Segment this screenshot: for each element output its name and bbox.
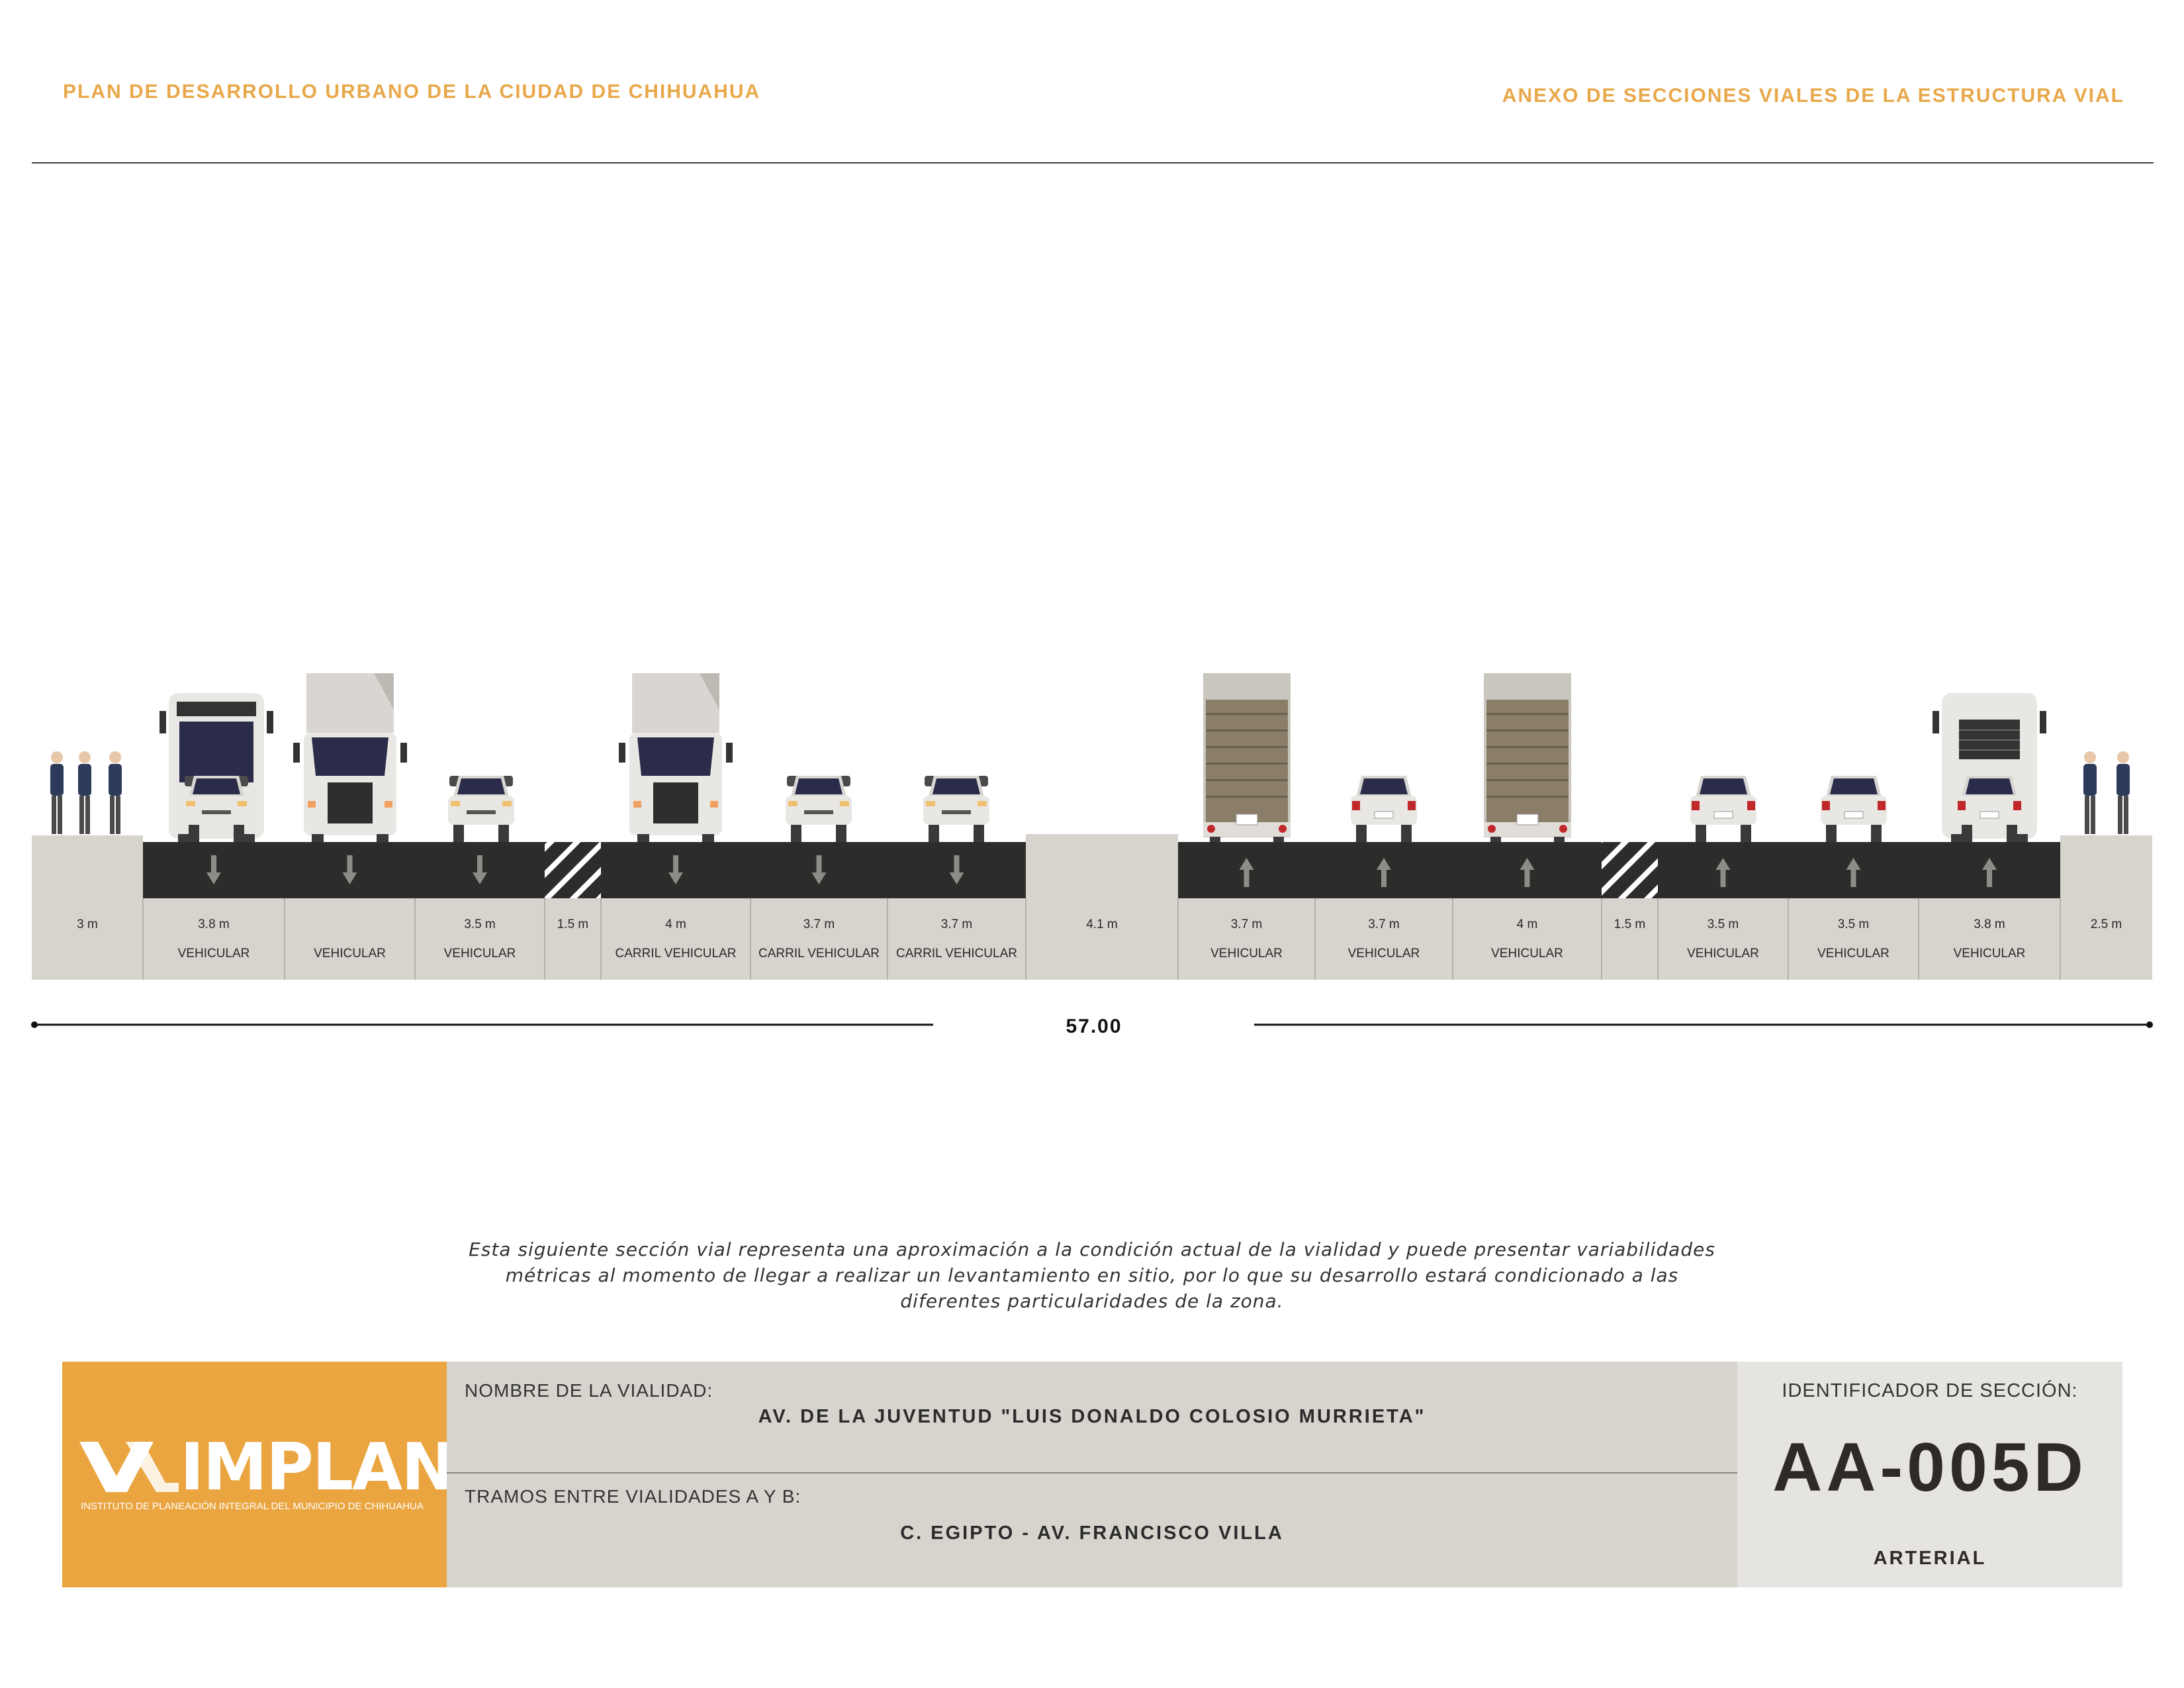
segment-width: 1.5 m: [557, 917, 589, 931]
stretch-value: C. EGIPTO - AV. FRANCISCO VILLA: [900, 1523, 1284, 1544]
segment-label: CARRIL VEHICULAR: [896, 947, 1017, 961]
label-strip: [1788, 898, 1919, 980]
segment-17: 2.5 m: [2060, 835, 2152, 980]
label-strip: [1315, 898, 1453, 980]
label-strip: [143, 898, 285, 980]
segment-6: 4 m CARRIL VEHICULAR: [600, 842, 751, 980]
segment-width: 4 m: [665, 917, 686, 931]
segment-3: VEHICULAR: [284, 842, 415, 980]
segment-width: 1.5 m: [1614, 917, 1646, 931]
segment-width: 3.5 m: [1838, 917, 1870, 931]
buffer-hatch: [545, 842, 601, 898]
label-strip: [1658, 898, 1788, 980]
pedestrian: [50, 751, 64, 834]
buffer-hatch: [1602, 842, 1658, 898]
segments-layer: 3 m 3.8 m VEHICULAR VEHICULAR 3.5 m VEHICULAR…: [32, 834, 2152, 980]
car-vehicle: [923, 776, 989, 842]
segment-width: 3.8 m: [1974, 917, 2005, 931]
stretch-label: TRAMOS ENTRE VIALIDADES A Y B:: [465, 1486, 801, 1507]
road-name-label: NOMBRE DE LA VIALIDAD:: [465, 1380, 713, 1401]
info-divider: [447, 1472, 1737, 1474]
segment-15: 3.5 m VEHICULAR: [1788, 842, 1919, 980]
segment-8: 3.7 m CARRIL VEHICULAR: [887, 842, 1026, 980]
segment-12: 4 m VEHICULAR: [1452, 842, 1602, 980]
label-strip: [1919, 898, 2060, 980]
segment-5: 1.5 m: [544, 842, 601, 980]
car-vehicle: [448, 776, 514, 842]
label-strip: [415, 898, 545, 980]
label-strip: [601, 898, 751, 980]
segment-width: 3 m: [77, 917, 98, 931]
truck-vehicle: [293, 673, 407, 850]
segment-label: CARRIL VEHICULAR: [758, 947, 880, 961]
segment-16: 3.8 m VEHICULAR: [1918, 842, 2060, 980]
segment-width: 3.8 m: [198, 917, 230, 931]
identifier-code: AA-005D: [1772, 1429, 2087, 1506]
segment-label: VEHICULAR: [1817, 947, 1889, 961]
segment-width: 3.5 m: [1707, 917, 1739, 931]
segment-label: VEHICULAR: [1491, 947, 1563, 961]
sidewalk-block: [2060, 835, 2152, 980]
pedestrian: [78, 751, 91, 834]
segment-label: VEHICULAR: [1210, 947, 1283, 961]
segment-10: 3.7 m VEHICULAR: [1177, 842, 1315, 980]
truck-vehicle: [1203, 673, 1291, 848]
sidewalk-block: [32, 835, 143, 980]
segment-width: 3.7 m: [803, 917, 835, 931]
truck-vehicle: [619, 673, 733, 850]
segment-width: 3.7 m: [1368, 917, 1400, 931]
logo-name: IMPLAN: [180, 1430, 455, 1505]
car-vehicle: [1690, 775, 1757, 843]
road-cross-section: 3 m 3.8 m VEHICULAR VEHICULAR 3.5 m VEHICULAR…: [31, 673, 2153, 1037]
segment-14: 3.5 m VEHICULAR: [1657, 842, 1788, 980]
segment-label: VEHICULAR: [178, 947, 250, 961]
segment-4: 3.5 m VEHICULAR: [414, 842, 545, 980]
vehicles-layer: [50, 673, 2130, 850]
median-block: [1026, 834, 1178, 980]
label-strip: [285, 898, 415, 980]
segment-label: VEHICULAR: [1687, 947, 1759, 961]
segment-7: 3.7 m CARRIL VEHICULAR: [750, 842, 887, 980]
pedestrian: [2116, 751, 2130, 834]
logo-subtitle: INSTITUTO DE PLANEACIÓN INTEGRAL DEL MUN…: [81, 1501, 424, 1512]
car-vehicle: [786, 776, 852, 842]
bus-vehicle: [1933, 693, 2046, 850]
pedestrian: [2083, 751, 2097, 834]
truck-vehicle: [1483, 673, 1572, 848]
pedestrian: [109, 751, 122, 834]
label-strip: [1178, 898, 1315, 980]
label-strip: [1453, 898, 1602, 980]
road-type: ARTERIAL: [1873, 1548, 1987, 1569]
segment-width: 3.5 m: [464, 917, 496, 931]
road-name-value: AV. DE LA JUVENTUD "LUIS DONALDO COLOSIO…: [758, 1406, 1426, 1427]
segment-width: 2.5 m: [2091, 917, 2122, 931]
dimension-end-left: [31, 1021, 38, 1028]
total-width: 57.00: [1066, 1015, 1122, 1037]
segment-width: 3.7 m: [941, 917, 973, 931]
label-strip: [887, 898, 1026, 980]
segment-13: 1.5 m: [1601, 842, 1658, 980]
segment-width: 3.7 m: [1231, 917, 1263, 931]
dimension-end-right: [2146, 1021, 2153, 1028]
segment-11: 3.7 m VEHICULAR: [1314, 842, 1453, 980]
segment-label: VEHICULAR: [1954, 947, 2026, 961]
label-strip: [751, 898, 887, 980]
car-vehicle: [1820, 775, 1888, 843]
segment-label: CARRIL VEHICULAR: [615, 947, 736, 961]
car-vehicle: [1350, 775, 1418, 843]
segment-label: VEHICULAR: [314, 947, 386, 961]
segment-9: 4.1 m: [1025, 834, 1178, 980]
segment-1: 3 m: [32, 835, 143, 980]
disclaimer-note: Esta siguiente sección vial representa u…: [469, 1239, 1715, 1312]
segment-width: 4.1 m: [1086, 917, 1118, 931]
identifier-label: IDENTIFICADOR DE SECCIÓN:: [1782, 1380, 2078, 1401]
bus-vehicle: [159, 693, 273, 850]
segment-label: VEHICULAR: [444, 947, 516, 961]
segment-width: 4 m: [1517, 917, 1538, 931]
segment-label: VEHICULAR: [1348, 947, 1420, 961]
segment-2: 3.8 m VEHICULAR: [142, 842, 285, 980]
label-strip: [1602, 898, 1658, 980]
label-strip: [545, 898, 601, 980]
implan-logo-icon: [79, 1442, 179, 1492]
